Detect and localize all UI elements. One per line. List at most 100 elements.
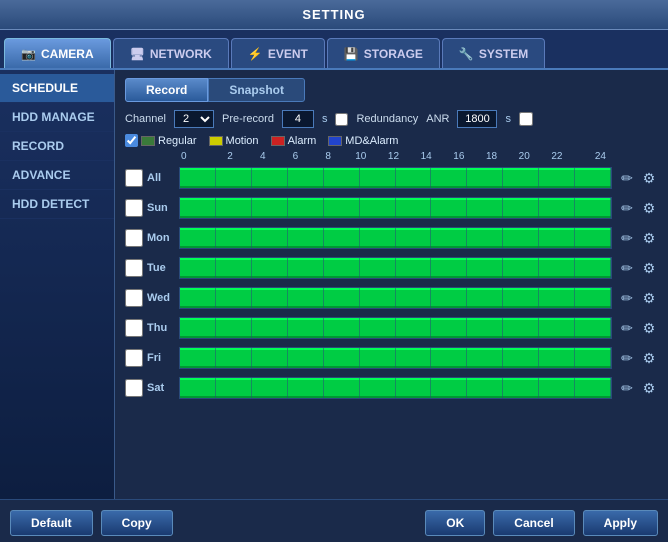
sidebar-item-hdd-detect[interactable]: HDD DETECT: [0, 190, 114, 219]
regular-color-box: [141, 136, 155, 146]
md-alarm-color-box: [328, 136, 342, 146]
row-sat: Sat ✏ ⚙: [125, 374, 658, 402]
regular-checkbox[interactable]: [125, 134, 138, 147]
sidebar-item-record[interactable]: RECORD: [0, 132, 114, 161]
row-sun: Sun ✏ ⚙: [125, 194, 658, 222]
tab-bar: 📷 CAMERA 🖥 NETWORK ⚡ EVENT 💾 STORAGE 🔧 S…: [0, 30, 668, 70]
channel-select[interactable]: 2: [174, 110, 214, 128]
sun-settings-btn[interactable]: ⚙: [640, 199, 658, 217]
wed-actions: ✏ ⚙: [618, 289, 658, 307]
mon-checkbox[interactable]: [125, 229, 143, 247]
mon-bar[interactable]: [179, 227, 612, 249]
tue-bar[interactable]: [179, 257, 612, 279]
tick-2: 2: [214, 151, 247, 162]
all-grid-lines: [180, 168, 611, 188]
sat-grid-lines: [180, 378, 611, 398]
tue-label: Tue: [147, 262, 179, 274]
sub-tab-snapshot[interactable]: Snapshot: [208, 78, 305, 102]
tab-system[interactable]: 🔧 SYSTEM: [442, 38, 545, 68]
tick-12: 12: [377, 151, 410, 162]
sat-checkbox[interactable]: [125, 379, 143, 397]
mon-edit-btn[interactable]: ✏: [618, 229, 636, 247]
left-buttons: Default Copy: [10, 510, 173, 536]
row-thu: Thu ✏ ⚙: [125, 314, 658, 342]
tue-actions: ✏ ⚙: [618, 259, 658, 277]
tick-16: 16: [443, 151, 476, 162]
wed-edit-btn[interactable]: ✏: [618, 289, 636, 307]
sidebar-item-advance[interactable]: ADVANCE: [0, 161, 114, 190]
sun-label: Sun: [147, 202, 179, 214]
legend-row: Regular Motion Alarm MD&Alarm: [125, 134, 658, 147]
tab-network[interactable]: 🖥 NETWORK: [113, 38, 229, 68]
tick-22: 22: [541, 151, 574, 162]
setting-title: SETTING: [302, 7, 365, 22]
copy-button[interactable]: Copy: [101, 510, 173, 536]
sidebar-item-hdd-manage[interactable]: HDD MANAGE: [0, 103, 114, 132]
bottom-bar: Default Copy OK Cancel Apply: [0, 499, 668, 542]
tue-grid-lines: [180, 258, 611, 278]
camera-icon: 📷: [21, 47, 36, 61]
mon-grid-lines: [180, 228, 611, 248]
redundancy-checkbox[interactable]: [335, 113, 348, 126]
thu-bar[interactable]: [179, 317, 612, 339]
schedule-grid: 0 2 4 6 8 10 12 14 16 18 20 22 24 All: [125, 151, 658, 491]
fri-checkbox[interactable]: [125, 349, 143, 367]
mon-label: Mon: [147, 232, 179, 244]
fri-label: Fri: [147, 352, 179, 364]
sub-tabs: Record Snapshot: [125, 78, 658, 102]
sub-tab-record[interactable]: Record: [125, 78, 208, 102]
tick-0: 0: [181, 151, 214, 162]
wed-checkbox[interactable]: [125, 289, 143, 307]
anr-checkbox[interactable]: [519, 112, 533, 126]
sun-checkbox[interactable]: [125, 199, 143, 217]
row-tue: Tue ✏ ⚙: [125, 254, 658, 282]
sun-grid-lines: [180, 198, 611, 218]
tab-camera[interactable]: 📷 CAMERA: [4, 38, 111, 68]
sun-bar[interactable]: [179, 197, 612, 219]
wed-settings-btn[interactable]: ⚙: [640, 289, 658, 307]
motion-label: Motion: [226, 135, 259, 147]
tab-storage[interactable]: 💾 STORAGE: [327, 38, 440, 68]
alarm-label: Alarm: [288, 135, 317, 147]
fri-settings-btn[interactable]: ⚙: [640, 349, 658, 367]
wed-bar[interactable]: [179, 287, 612, 309]
all-checkbox[interactable]: [125, 169, 143, 187]
tue-edit-btn[interactable]: ✏: [618, 259, 636, 277]
motion-color-box: [209, 136, 223, 146]
fri-edit-btn[interactable]: ✏: [618, 349, 636, 367]
fri-actions: ✏ ⚙: [618, 349, 658, 367]
all-settings-btn[interactable]: ⚙: [640, 169, 658, 187]
sidebar-item-schedule[interactable]: SCHEDULE: [0, 74, 114, 103]
tick-10: 10: [344, 151, 377, 162]
prerecord-input[interactable]: [282, 110, 314, 128]
tab-event[interactable]: ⚡ EVENT: [231, 38, 325, 68]
mon-settings-btn[interactable]: ⚙: [640, 229, 658, 247]
all-edit-btn[interactable]: ✏: [618, 169, 636, 187]
anr-input[interactable]: [457, 110, 497, 128]
fri-grid-lines: [180, 348, 611, 368]
apply-button[interactable]: Apply: [583, 510, 658, 536]
top-nav: SETTING: [0, 0, 668, 30]
row-mon: Mon ✏ ⚙: [125, 224, 658, 252]
legend-md-alarm: MD&Alarm: [328, 135, 398, 147]
channel-label: Channel: [125, 113, 166, 125]
sat-edit-btn[interactable]: ✏: [618, 379, 636, 397]
sat-bar[interactable]: [179, 377, 612, 399]
thu-edit-btn[interactable]: ✏: [618, 319, 636, 337]
thu-settings-btn[interactable]: ⚙: [640, 319, 658, 337]
event-icon: ⚡: [248, 47, 263, 61]
tue-checkbox[interactable]: [125, 259, 143, 277]
main-layout: SCHEDULE HDD MANAGE RECORD ADVANCE HDD D…: [0, 70, 668, 499]
all-bar[interactable]: [179, 167, 612, 189]
sun-actions: ✏ ⚙: [618, 199, 658, 217]
sat-settings-btn[interactable]: ⚙: [640, 379, 658, 397]
tue-settings-btn[interactable]: ⚙: [640, 259, 658, 277]
thu-checkbox[interactable]: [125, 319, 143, 337]
cancel-button[interactable]: Cancel: [493, 510, 574, 536]
ok-button[interactable]: OK: [425, 510, 485, 536]
md-alarm-label: MD&Alarm: [345, 135, 398, 147]
fri-bar[interactable]: [179, 347, 612, 369]
sun-edit-btn[interactable]: ✏: [618, 199, 636, 217]
tick-14: 14: [410, 151, 443, 162]
default-button[interactable]: Default: [10, 510, 93, 536]
